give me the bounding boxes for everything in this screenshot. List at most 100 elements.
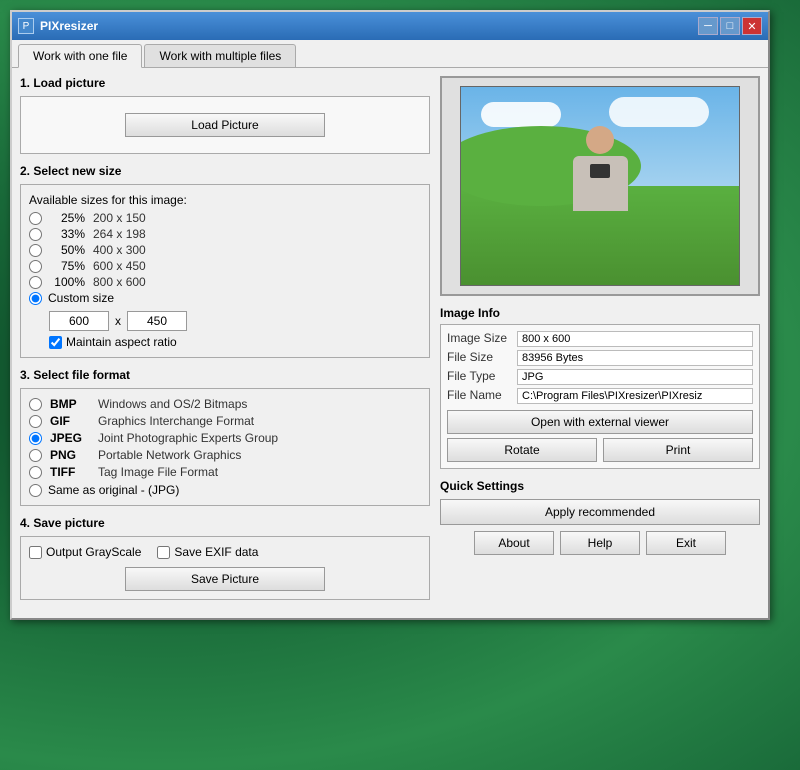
close-button[interactable]: ✕ xyxy=(742,17,762,35)
aspect-ratio-checkbox[interactable] xyxy=(49,336,62,349)
help-button[interactable]: Help xyxy=(560,531,640,555)
title-buttons: ─ □ ✕ xyxy=(698,17,762,35)
tab-multiple-files[interactable]: Work with multiple files xyxy=(144,44,296,67)
load-picture-button[interactable]: Load Picture xyxy=(125,113,325,137)
size-radio-25[interactable] xyxy=(29,212,42,225)
preview-image xyxy=(460,86,740,286)
format-name-jpeg: JPEG xyxy=(50,431,90,445)
bottom-buttons: About Help Exit xyxy=(440,531,760,555)
quick-settings-title: Quick Settings xyxy=(440,479,760,493)
custom-size-label: Custom size xyxy=(48,291,114,305)
minimize-button[interactable]: ─ xyxy=(698,17,718,35)
rotate-button[interactable]: Rotate xyxy=(447,438,597,462)
custom-size-label-row: Custom size xyxy=(29,291,421,305)
size-row-100: 100% 800 x 600 xyxy=(29,275,421,289)
size-radio-75[interactable] xyxy=(29,260,42,273)
format-row-jpeg: JPEG Joint Photographic Experts Group xyxy=(29,431,421,445)
size-radio-50[interactable] xyxy=(29,244,42,257)
format-name-gif: GIF xyxy=(50,414,90,428)
about-button[interactable]: About xyxy=(474,531,554,555)
exit-button[interactable]: Exit xyxy=(646,531,726,555)
app-icon: P xyxy=(18,18,34,34)
format-desc-bmp: Windows and OS/2 Bitmaps xyxy=(98,397,247,411)
format-desc-jpeg: Joint Photographic Experts Group xyxy=(98,431,278,445)
title-bar-left: P PIXresizer xyxy=(18,18,98,34)
image-size-label: Image Size xyxy=(447,331,517,347)
preview-person xyxy=(565,126,635,226)
width-input[interactable] xyxy=(49,311,109,331)
save-section: 4. Save picture Output GrayScale Save EX… xyxy=(20,516,430,600)
maximize-button[interactable]: □ xyxy=(720,17,740,35)
info-row-filename: File Name C:\Program Files\PIXresizer\PI… xyxy=(447,388,753,404)
grayscale-label: Output GrayScale xyxy=(46,545,141,559)
image-info-box: Image Size 800 x 600 File Size 83956 Byt… xyxy=(440,324,760,469)
save-options: Output GrayScale Save EXIF data xyxy=(29,545,421,559)
file-type-value: JPG xyxy=(517,369,753,385)
image-info-section: Image Info Image Size 800 x 600 File Siz… xyxy=(440,306,760,469)
format-name-bmp: BMP xyxy=(50,397,90,411)
exif-checkbox[interactable] xyxy=(157,546,170,559)
save-picture-button[interactable]: Save Picture xyxy=(125,567,325,591)
print-button[interactable]: Print xyxy=(603,438,753,462)
main-window: P PIXresizer ─ □ ✕ Work with one file Wo… xyxy=(10,10,770,620)
title-bar: P PIXresizer ─ □ ✕ xyxy=(12,12,768,40)
size-pct-100: 100% xyxy=(50,275,85,289)
available-sizes-label: Available sizes for this image: xyxy=(29,193,421,207)
format-row-png: PNG Portable Network Graphics xyxy=(29,448,421,462)
image-size-value: 800 x 600 xyxy=(517,331,753,347)
file-name-value: C:\Program Files\PIXresizer\PIXresiz xyxy=(517,388,753,404)
right-panel: Image Info Image Size 800 x 600 File Siz… xyxy=(440,76,760,610)
rotate-print-buttons: Rotate Print xyxy=(447,438,753,462)
save-box: Output GrayScale Save EXIF data Save Pic… xyxy=(20,536,430,600)
format-radio-same[interactable] xyxy=(29,484,42,497)
exif-option: Save EXIF data xyxy=(157,545,258,559)
open-external-button[interactable]: Open with external viewer xyxy=(447,410,753,434)
format-radio-png[interactable] xyxy=(29,449,42,462)
format-radio-tiff[interactable] xyxy=(29,466,42,479)
format-desc-gif: Graphics Interchange Format xyxy=(98,414,254,428)
format-radio-bmp[interactable] xyxy=(29,398,42,411)
size-radio-33[interactable] xyxy=(29,228,42,241)
preview-cloud1 xyxy=(481,102,561,127)
format-row-gif: GIF Graphics Interchange Format xyxy=(29,414,421,428)
aspect-ratio-label: Maintain aspect ratio xyxy=(66,335,177,349)
size-pct-50: 50% xyxy=(50,243,85,257)
format-name-tiff: TIFF xyxy=(50,465,90,479)
size-row-25: 25% 200 x 150 xyxy=(29,211,421,225)
tab-one-file[interactable]: Work with one file xyxy=(18,44,142,68)
aspect-row: Maintain aspect ratio xyxy=(49,335,421,349)
quick-settings-section: Quick Settings Apply recommended About H… xyxy=(440,479,760,555)
format-desc-png: Portable Network Graphics xyxy=(98,448,241,462)
file-type-label: File Type xyxy=(447,369,517,385)
format-row-bmp: BMP Windows and OS/2 Bitmaps xyxy=(29,397,421,411)
info-row-filetype: File Type JPG xyxy=(447,369,753,385)
custom-size-wrapper: x Maintain aspect ratio xyxy=(29,311,421,349)
format-radio-gif[interactable] xyxy=(29,415,42,428)
size-dims-33: 264 x 198 xyxy=(93,227,146,241)
format-radio-jpeg[interactable] xyxy=(29,432,42,445)
load-box: Load Picture xyxy=(20,96,430,154)
size-section: 2. Select new size Available sizes for t… xyxy=(20,164,430,358)
preview-box xyxy=(440,76,760,296)
format-box: BMP Windows and OS/2 Bitmaps GIF Graphic… xyxy=(20,388,430,506)
grayscale-checkbox[interactable] xyxy=(29,546,42,559)
size-radio-custom[interactable] xyxy=(29,292,42,305)
load-section: 1. Load picture Load Picture xyxy=(20,76,430,154)
size-section-title: 2. Select new size xyxy=(20,164,430,178)
action-buttons: Open with external viewer xyxy=(447,410,753,434)
same-as-row: Same as original - (JPG) xyxy=(29,483,421,497)
info-row-filesize: File Size 83956 Bytes xyxy=(447,350,753,366)
save-section-title: 4. Save picture xyxy=(20,516,430,530)
size-row-75: 75% 600 x 450 xyxy=(29,259,421,273)
x-separator: x xyxy=(115,314,121,328)
size-row-50: 50% 400 x 300 xyxy=(29,243,421,257)
size-pct-25: 25% xyxy=(50,211,85,225)
save-btn-container: Save Picture xyxy=(29,567,421,591)
size-radio-100[interactable] xyxy=(29,276,42,289)
left-panel: 1. Load picture Load Picture 2. Select n… xyxy=(20,76,430,610)
apply-recommended-button[interactable]: Apply recommended xyxy=(440,499,760,525)
format-row-tiff: TIFF Tag Image File Format xyxy=(29,465,421,479)
load-section-title: 1. Load picture xyxy=(20,76,430,90)
height-input[interactable] xyxy=(127,311,187,331)
same-as-label: Same as original - (JPG) xyxy=(48,483,179,497)
